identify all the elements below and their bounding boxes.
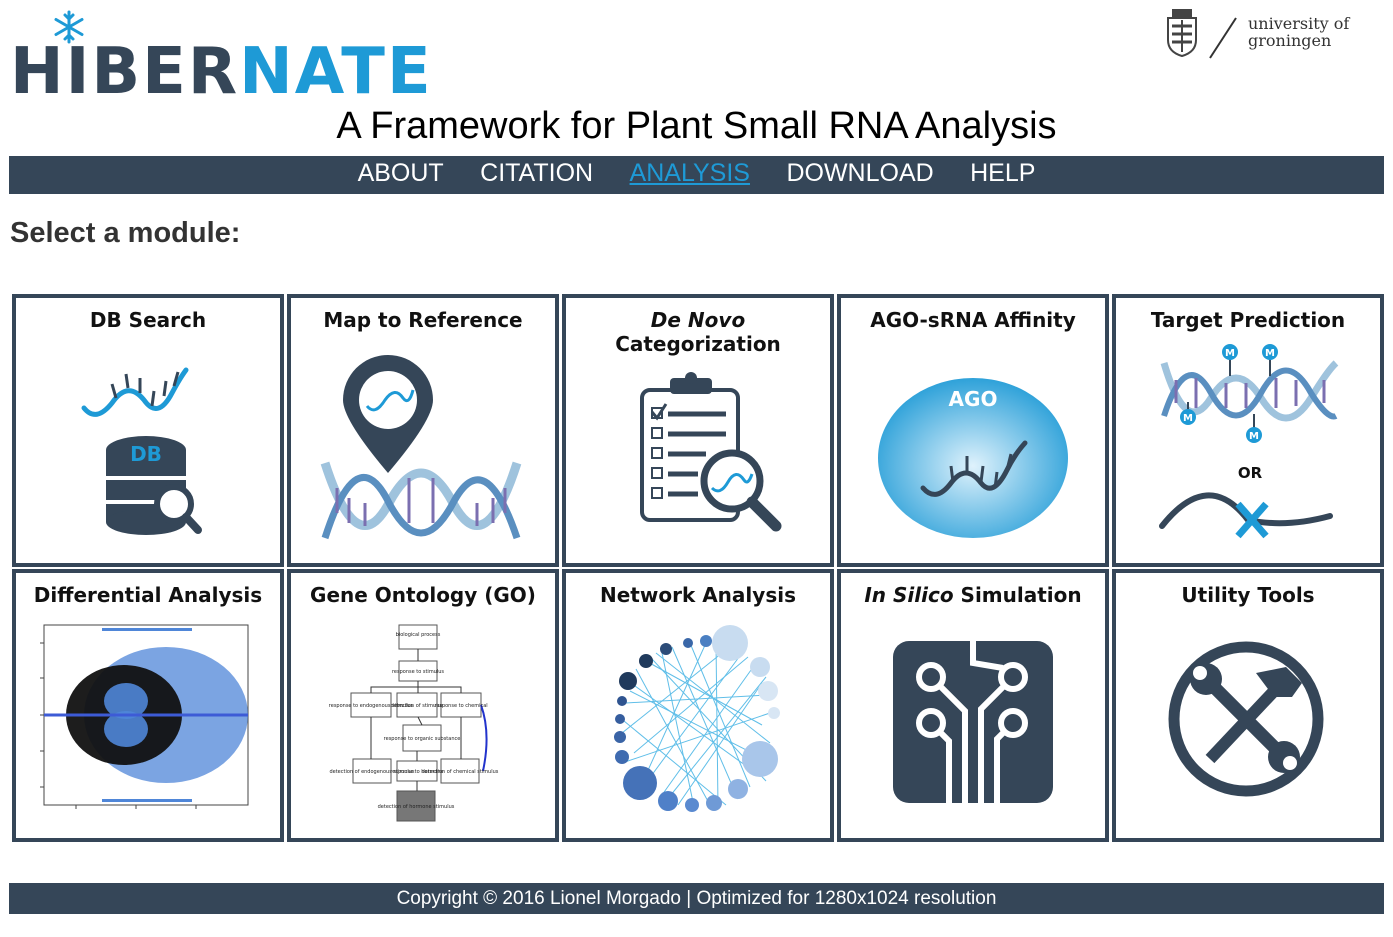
clipboard-search-icon: [640, 372, 782, 532]
university-logo: university of groningen: [1162, 8, 1362, 60]
go-node-label: response to chemical: [434, 703, 487, 709]
ago-protein-icon: AGO: [878, 378, 1068, 538]
module-gene-ontology[interactable]: Gene Ontology (GO) biological process re…: [287, 569, 559, 842]
module-network-analysis[interactable]: Network Analysis: [562, 569, 834, 842]
logo-wordmark: HIBERNATE: [10, 35, 433, 109]
main-navbar: ABOUT CITATION ANALYSIS DOWNLOAD HELP: [9, 156, 1384, 194]
module-map-to-reference[interactable]: Map to Reference: [287, 294, 559, 567]
marker-label: M: [1249, 431, 1259, 442]
tools-icon: [1168, 641, 1324, 797]
page-footer: Copyright © 2016 Lionel Morgado | Optimi…: [9, 883, 1384, 914]
target-prediction-icon: M M M M OR: [1159, 344, 1339, 539]
network-graph-icon: [614, 625, 780, 812]
ago-label: AGO: [949, 387, 998, 411]
module-ago-srna-affinity[interactable]: AGO-sRNA Affinity AGO: [837, 294, 1109, 567]
marker-label: M: [1265, 348, 1275, 359]
crest-icon: [1167, 9, 1197, 58]
university-name: university of groningen: [1248, 14, 1350, 50]
db-search-icon: DB: [81, 367, 202, 535]
go-node-label: response to stimulus: [392, 669, 444, 675]
nav-analysis[interactable]: ANALYSIS: [630, 156, 750, 190]
module-utility-tools[interactable]: Utility Tools: [1112, 569, 1384, 842]
circuit-chip-icon: [893, 641, 1053, 805]
go-node-label: detection of chemical stimulus: [422, 769, 499, 775]
map-pin-dna-icon: [320, 355, 522, 540]
module-de-novo-categorization[interactable]: De Novo Categorization: [562, 294, 834, 567]
ma-plot-icon: [40, 624, 249, 809]
module-in-silico-simulation[interactable]: In Silico Simulation: [837, 569, 1109, 842]
go-node-label: biological process: [396, 632, 441, 638]
module-target-prediction[interactable]: Target Prediction M M M M OR: [1112, 294, 1384, 567]
hibernate-logo: HIBERNATE: [10, 10, 431, 104]
module-db-search[interactable]: DB Search DB: [12, 294, 284, 567]
marker-label: M: [1183, 413, 1193, 424]
nav-citation[interactable]: CITATION: [480, 156, 593, 190]
go-node-label: response to organic substance: [384, 736, 461, 742]
nav-help[interactable]: HELP: [970, 156, 1035, 190]
go-node-label: detection of hormone stimulus: [378, 804, 455, 810]
db-label: DB: [130, 442, 162, 466]
nav-download[interactable]: DOWNLOAD: [786, 156, 933, 190]
page-subtitle: A Framework for Plant Small RNA Analysis: [336, 105, 1057, 147]
marker-label: M: [1225, 348, 1235, 359]
module-differential-analysis[interactable]: Differential Analysis: [12, 569, 284, 842]
divider-slash: [1209, 17, 1237, 59]
section-heading: Select a module:: [10, 217, 241, 249]
nav-about[interactable]: ABOUT: [358, 156, 444, 190]
or-label: OR: [1238, 464, 1263, 482]
go-tree-icon: biological process response to stimulus …: [329, 624, 499, 822]
